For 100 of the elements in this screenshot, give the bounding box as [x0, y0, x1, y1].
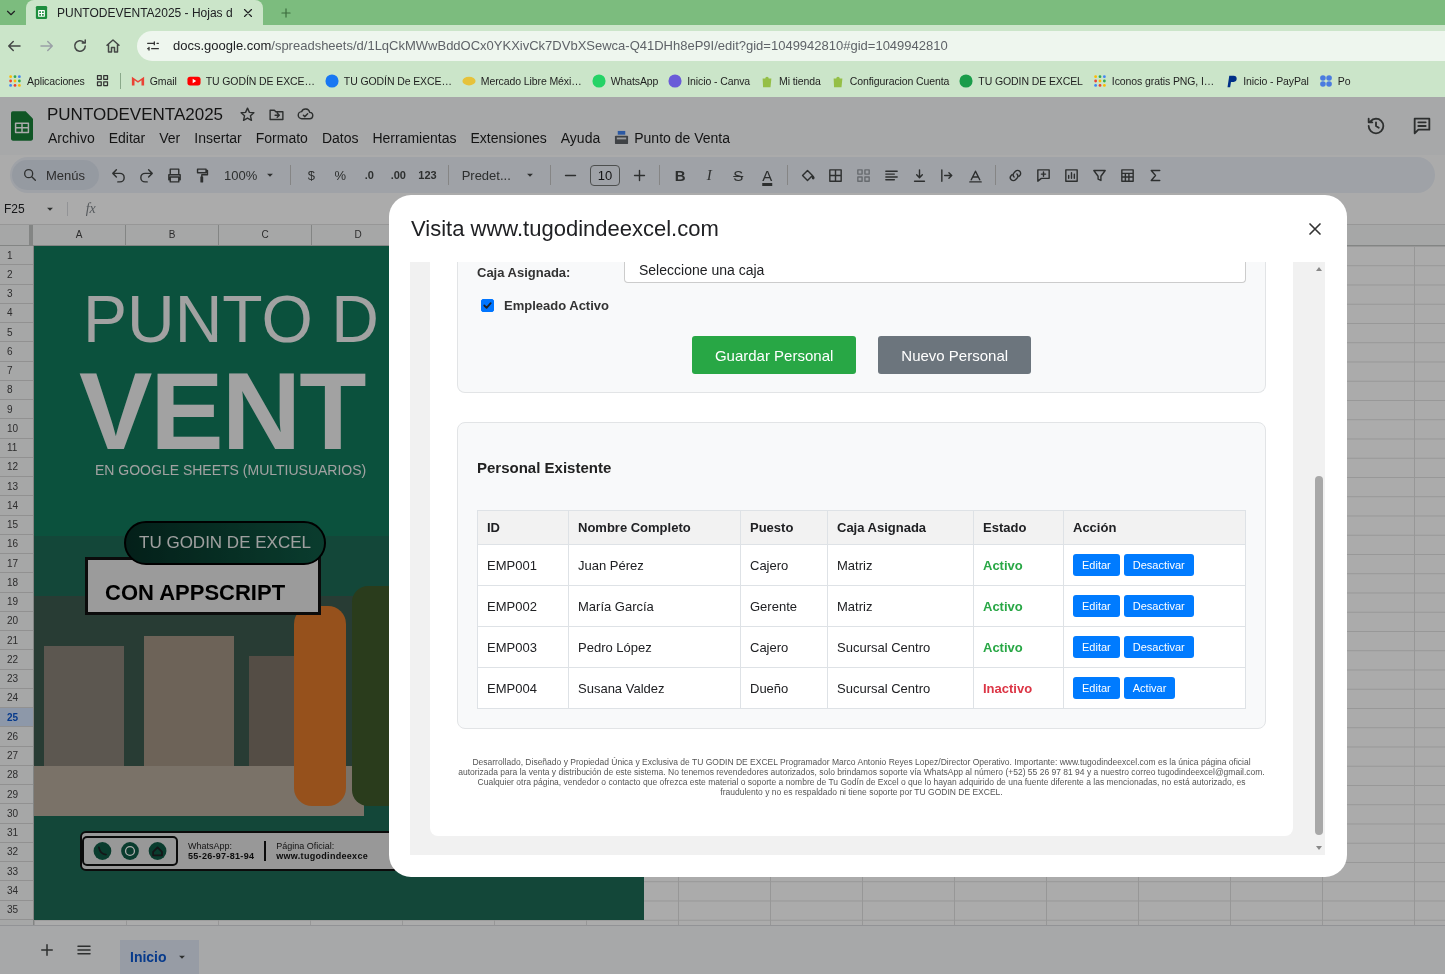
bookmark-link[interactable]: TU GODÍN De EXCE…: [324, 73, 452, 88]
row-header[interactable]: 2: [0, 265, 33, 285]
row-header[interactable]: 25: [0, 708, 33, 728]
row-header[interactable]: 27: [0, 746, 33, 766]
bookmark-link[interactable]: Gmail: [130, 73, 177, 88]
row-header[interactable]: 30: [0, 804, 33, 824]
row-header[interactable]: 15: [0, 515, 33, 535]
format-button[interactable]: .00: [389, 169, 408, 181]
bookmark-link[interactable]: Inicio - PayPal: [1224, 73, 1309, 88]
print-icon[interactable]: [166, 166, 184, 184]
style-button[interactable]: I: [700, 166, 719, 184]
save-button[interactable]: Guardar Personal: [691, 336, 857, 374]
format-button[interactable]: 123: [418, 169, 437, 181]
row-header[interactable]: 10: [0, 419, 33, 439]
new-button[interactable]: Nuevo Personal: [878, 336, 1032, 374]
row-header[interactable]: 23: [0, 669, 33, 689]
bookmark-link[interactable]: Iconos gratis PNG, I…: [1092, 73, 1215, 88]
edit-button[interactable]: Editar: [1073, 636, 1120, 658]
chart-icon[interactable]: [1063, 166, 1081, 184]
row-header[interactable]: 21: [0, 631, 33, 651]
toggle-button[interactable]: Desactivar: [1123, 554, 1194, 576]
row-header[interactable]: 9: [0, 400, 33, 420]
format-button[interactable]: .0: [360, 169, 379, 181]
row-header[interactable]: 17: [0, 554, 33, 574]
bookmark-link[interactable]: Aplicaciones: [8, 73, 85, 88]
row-header[interactable]: 26: [0, 727, 33, 747]
bookmark-link[interactable]: Po: [1318, 73, 1351, 88]
row-header[interactable]: 8: [0, 380, 33, 400]
row-header[interactable]: 35: [0, 900, 33, 920]
borders-icon[interactable]: [827, 166, 845, 184]
column-header[interactable]: B: [126, 225, 219, 245]
edit-button[interactable]: Editar: [1073, 554, 1120, 576]
style-button[interactable]: S: [729, 166, 748, 184]
font-size-field[interactable]: 10: [589, 164, 621, 186]
row-header[interactable]: 19: [0, 592, 33, 612]
bookmark-link[interactable]: TU GODÍN DE EXCE…: [186, 73, 315, 88]
style-button[interactable]: B: [671, 166, 690, 184]
row-header[interactable]: 3: [0, 284, 33, 304]
comments-icon[interactable]: [1411, 115, 1433, 137]
redo-icon[interactable]: [138, 166, 156, 184]
reload-icon[interactable]: [71, 36, 89, 55]
address-field[interactable]: docs.google.com/spreadsheets/d/1LqCkMWwBddOCx0YKXivCk7DVbXSewca-Q41DHh8eP9I/edit?gid=1049942810#gid=1049942810: [137, 30, 1445, 61]
name-box[interactable]: F25: [4, 201, 68, 216]
menu-item[interactable]: Insertar: [187, 127, 249, 148]
row-header[interactable]: 7: [0, 361, 33, 381]
bookmark-link[interactable]: Inicio - Canva: [668, 73, 751, 88]
toggle-button[interactable]: Activar: [1123, 677, 1176, 699]
row-header[interactable]: 22: [0, 650, 33, 670]
menu-search-field[interactable]: Menús: [12, 160, 100, 190]
select-field[interactable]: Seleccione una caja: [624, 262, 1246, 283]
style-button[interactable]: A: [758, 166, 777, 184]
format-button[interactable]: %: [331, 167, 350, 183]
bookmark-link[interactable]: TU GODIN DE EXCEL: [959, 73, 1083, 88]
menu-item[interactable]: Formato: [248, 127, 315, 148]
menu-item[interactable]: Ver: [152, 127, 188, 148]
sheet-tab[interactable]: Inicio: [120, 940, 199, 974]
menu-item[interactable]: Datos: [314, 127, 366, 148]
edit-button[interactable]: Editar: [1073, 595, 1120, 617]
add-comment-icon[interactable]: [1035, 166, 1053, 184]
menu-item[interactable]: Punto de Venta: [607, 127, 737, 148]
row-header[interactable]: 34: [0, 881, 33, 901]
toggle-button[interactable]: Desactivar: [1123, 636, 1194, 658]
row-header[interactable]: 16: [0, 534, 33, 554]
column-header[interactable]: C: [219, 225, 312, 245]
document-title[interactable]: PUNTODEVENTA2025: [47, 104, 224, 125]
undo-icon[interactable]: [110, 166, 128, 184]
column-header[interactable]: A: [33, 225, 126, 245]
row-header[interactable]: 31: [0, 823, 33, 843]
row-header[interactable]: 11: [0, 438, 33, 458]
menu-item[interactable]: Editar: [101, 127, 153, 148]
row-header[interactable]: 20: [0, 611, 33, 631]
star-icon[interactable]: [239, 106, 257, 123]
history-icon[interactable]: [1365, 115, 1387, 137]
row-header[interactable]: 33: [0, 862, 33, 882]
row-header[interactable]: 4: [0, 303, 33, 323]
bookmark-link[interactable]: Mercado Libre Méxi…: [461, 73, 582, 88]
home-icon[interactable]: [104, 36, 122, 55]
bookmark-link[interactable]: Mi tienda: [760, 73, 821, 88]
menu-item[interactable]: Ayuda: [553, 127, 608, 148]
grid-icon[interactable]: [94, 73, 110, 88]
row-header[interactable]: 14: [0, 496, 33, 516]
edit-button[interactable]: Editar: [1073, 677, 1120, 699]
checkbox[interactable]: [481, 299, 494, 312]
font-dropdown[interactable]: Predet...: [459, 167, 539, 183]
browser-tab[interactable]: PUNTODEVENTA2025 - Hojas d: [26, 0, 263, 25]
menu-item[interactable]: Herramientas: [365, 127, 464, 148]
row-header[interactable]: 32: [0, 842, 33, 862]
format-button[interactable]: $: [302, 167, 321, 183]
zoom-dropdown[interactable]: 100%: [222, 167, 280, 183]
menu-item[interactable]: Extensiones: [463, 127, 554, 148]
row-header[interactable]: 18: [0, 573, 33, 593]
row-header[interactable]: 12: [0, 457, 33, 477]
row-header[interactable]: 5: [0, 323, 33, 343]
row-header[interactable]: 1: [0, 246, 33, 266]
row-header[interactable]: 6: [0, 342, 33, 362]
spreadsheet-logo-icon[interactable]: [11, 111, 33, 141]
bookmark-link[interactable]: Configuracion Cuenta: [830, 73, 950, 88]
table-grid-icon[interactable]: [1119, 166, 1137, 184]
row-header[interactable]: 28: [0, 765, 33, 785]
bookmark-link[interactable]: WhatsApp: [591, 73, 659, 88]
